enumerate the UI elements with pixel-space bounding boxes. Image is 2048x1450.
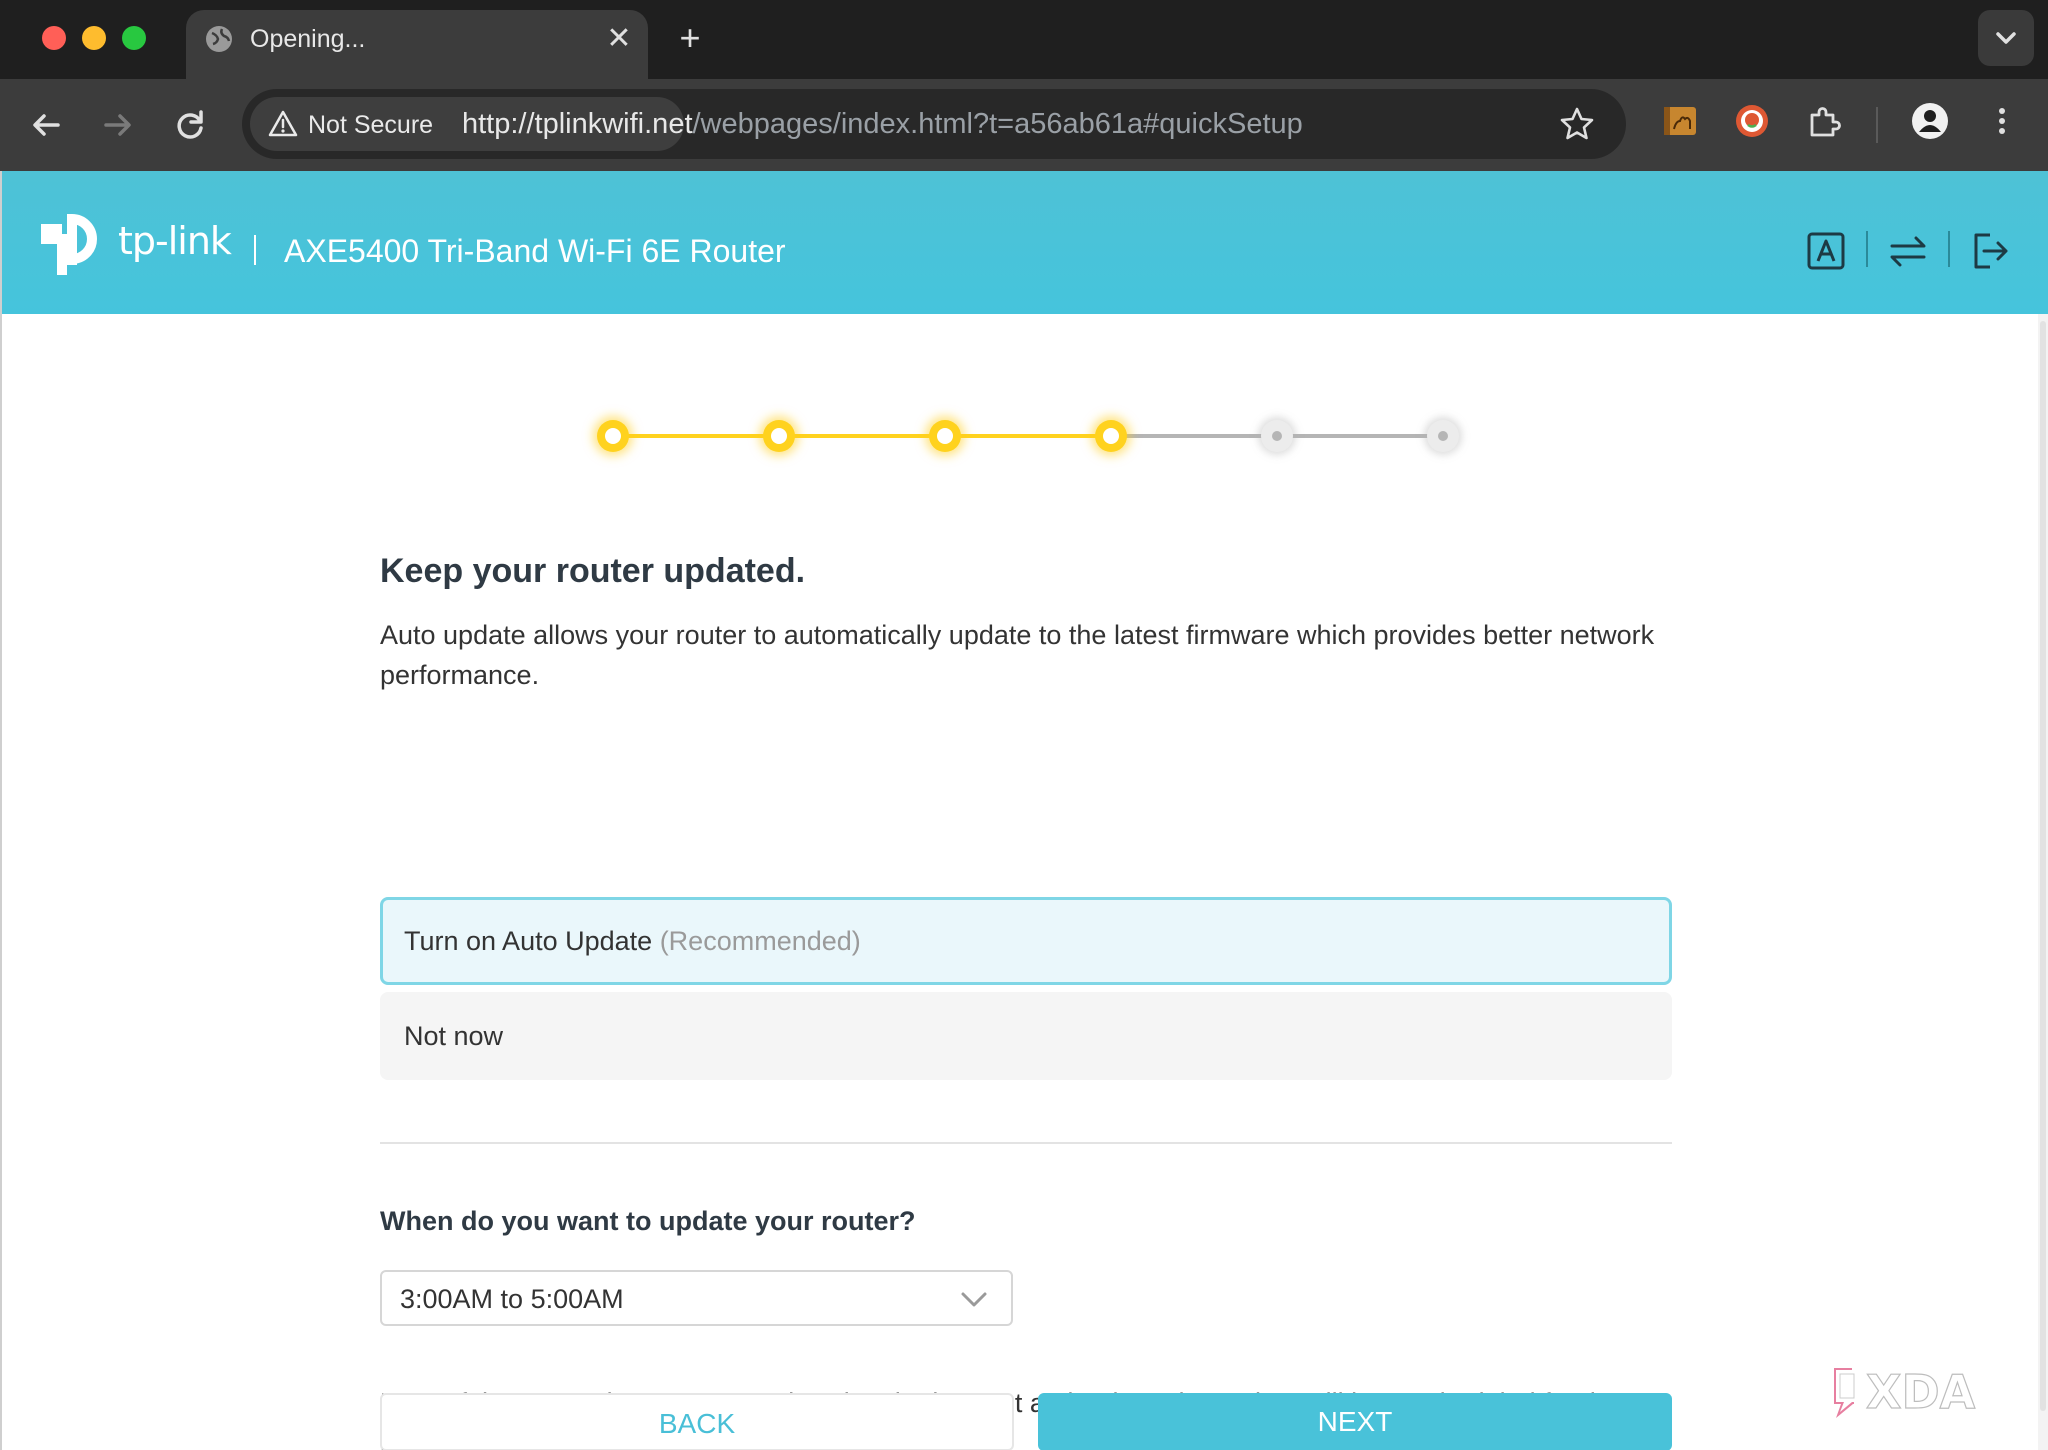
url-path: /webpages/index.html?t=a56ab61a#quickSet…: [692, 108, 1303, 140]
more-menu-icon[interactable]: [1982, 101, 2022, 141]
step-indicator: [1261, 420, 1293, 452]
close-window-button[interactable]: [42, 26, 66, 50]
url-text[interactable]: http://tplinkwifi.net/webpages/index.htm…: [462, 107, 1303, 141]
tp-link-wordmark: tp-link: [118, 219, 232, 263]
security-label: Not Secure: [308, 111, 434, 139]
warning-icon: [268, 110, 298, 137]
step-connector: [945, 434, 1111, 438]
schedule-question: When do you want to update your router?: [380, 1206, 916, 1236]
auto-update-on-label: Turn on Auto Update: [404, 926, 653, 956]
close-tab-icon[interactable]: ✕: [602, 22, 636, 56]
step-connector: [613, 434, 779, 438]
setup-progress-stepper: [597, 406, 1467, 466]
chevron-down-icon: [1996, 32, 2016, 44]
chevron-down-icon: [961, 1292, 987, 1307]
browser-titlebar: Opening... ✕ +: [0, 0, 2048, 82]
step-connector: [779, 434, 945, 438]
forward-arrow-icon[interactable]: [94, 101, 142, 149]
browser-tab[interactable]: Opening... ✕: [186, 10, 648, 82]
logout-icon[interactable]: [1968, 229, 2012, 273]
step-connector: [1277, 434, 1443, 438]
router-web-page: tp-link AXE5400 Tri-Band Wi-Fi 6E Router…: [0, 171, 2048, 1450]
camel-extension-icon[interactable]: [1660, 101, 1700, 141]
step-indicator: [763, 420, 795, 452]
step-connector: [1111, 434, 1277, 438]
update-time-value: 3:00AM to 5:00AM: [400, 1284, 624, 1314]
minimize-window-button[interactable]: [82, 26, 106, 50]
header-icon-separator: [1866, 231, 1868, 267]
page-heading: Keep your router updated.: [380, 552, 806, 590]
switch-mode-icon[interactable]: [1886, 229, 1930, 273]
browser-toolbar: Not Secure http://tplinkwifi.net/webpage…: [0, 79, 2048, 171]
page-scrollbar-thumb[interactable]: [2040, 321, 2046, 1411]
address-bar[interactable]: Not Secure http://tplinkwifi.net/webpage…: [242, 89, 1626, 159]
xda-watermark-text: XDA: [1866, 1365, 1976, 1419]
duckduckgo-extension-icon[interactable]: [1732, 101, 1772, 141]
tab-search-button[interactable]: [1978, 10, 2034, 66]
profile-avatar-icon[interactable]: [1910, 101, 1950, 141]
step-indicator: [1095, 420, 1127, 452]
tab-title: Opening...: [250, 25, 366, 53]
globe-icon: [206, 26, 232, 52]
xda-watermark-logo: XDA: [1834, 1364, 1976, 1420]
bookmark-star-icon[interactable]: [1558, 105, 1596, 143]
recommended-hint: (Recommended): [659, 926, 861, 956]
router-model-title: AXE5400 Tri-Band Wi-Fi 6E Router: [284, 233, 786, 269]
update-time-select[interactable]: 3:00AM to 5:00AM: [380, 1270, 1013, 1326]
url-host: http://tplinkwifi.net: [462, 108, 693, 140]
tp-link-logo-icon: [41, 213, 97, 275]
step-indicator: [929, 420, 961, 452]
header-icon-separator: [1948, 231, 1950, 267]
extensions-puzzle-icon[interactable]: [1804, 101, 1844, 141]
auto-update-on-option[interactable]: Turn on Auto Update (Recommended): [380, 897, 1672, 985]
new-tab-button[interactable]: +: [670, 18, 710, 58]
section-divider: [380, 1142, 1672, 1144]
header-divider: [254, 235, 256, 265]
reload-icon[interactable]: [166, 101, 214, 149]
maximize-window-button[interactable]: [122, 26, 146, 50]
language-icon[interactable]: [1804, 229, 1848, 273]
auto-update-panel: Keep your router updated. Auto update al…: [380, 551, 1672, 1450]
step-indicator: [1427, 420, 1459, 452]
next-button[interactable]: NEXT: [1038, 1393, 1672, 1450]
toolbar-separator: [1876, 107, 1878, 143]
not-now-label: Not now: [404, 1021, 504, 1051]
page-description: Auto update allows your router to automa…: [380, 620, 1655, 690]
back-button[interactable]: BACK: [380, 1393, 1014, 1450]
step-indicator: [597, 420, 629, 452]
router-header: tp-link AXE5400 Tri-Band Wi-Fi 6E Router: [2, 171, 2048, 314]
back-arrow-icon[interactable]: [22, 101, 70, 149]
not-now-option[interactable]: Not now: [380, 992, 1672, 1080]
